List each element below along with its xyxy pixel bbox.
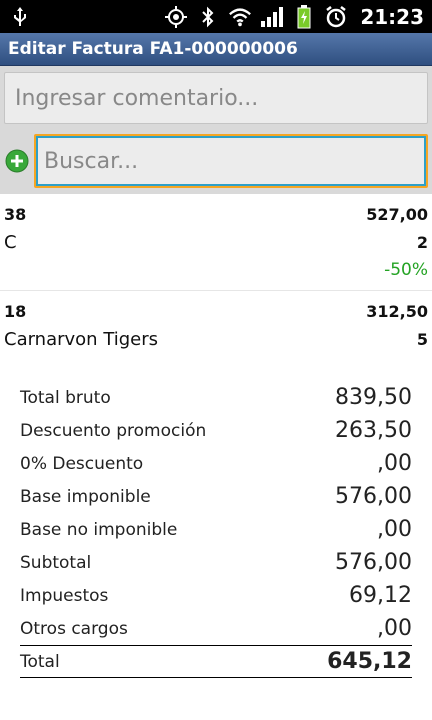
page-title: Editar Factura FA1-000000006 (8, 39, 298, 59)
add-item-button[interactable] (4, 148, 30, 174)
total-label: Total (20, 651, 60, 672)
usb-icon (8, 5, 32, 29)
invoice-items-list: 38 527,00 C 2 -50% 18 312,50 Carnarvon T… (0, 194, 432, 359)
gps-icon (164, 5, 188, 29)
total-value: 576,00 (335, 550, 412, 575)
item-code: 18 (4, 301, 27, 321)
total-row-nontaxable-base: Base no imponible ,00 (20, 513, 412, 546)
total-label: Total bruto (20, 387, 111, 408)
total-value: ,00 (377, 451, 412, 476)
item-amount: 527,00 (366, 204, 428, 224)
list-item[interactable]: 18 312,50 Carnarvon Tigers 5 (0, 291, 432, 359)
total-label: Base imponible (20, 486, 151, 507)
battery-icon (292, 4, 316, 29)
total-label: Otros cargos (20, 618, 128, 639)
item-code: 38 (4, 204, 27, 224)
total-value: 263,50 (335, 418, 412, 443)
wifi-icon (228, 5, 252, 29)
input-area: Ingresar comentario... Buscar... (0, 66, 432, 194)
totals-summary: Total bruto 839,50 Descuento promoción 2… (0, 359, 432, 678)
total-row-gross: Total bruto 839,50 (20, 381, 412, 414)
alarm-icon (324, 5, 348, 29)
comment-input[interactable]: Ingresar comentario... (4, 72, 428, 124)
bluetooth-icon (196, 5, 220, 29)
search-placeholder: Buscar... (44, 148, 139, 174)
clock-time: 21:23 (360, 4, 424, 29)
total-value: 576,00 (335, 484, 412, 509)
plus-circle-icon (5, 149, 29, 173)
total-value: 645,12 (327, 649, 412, 674)
total-label: 0% Descuento (20, 453, 144, 474)
total-row-promo-discount: Descuento promoción 263,50 (20, 414, 412, 447)
total-value: ,00 (377, 616, 412, 641)
list-item[interactable]: 38 527,00 C 2 -50% (0, 194, 432, 291)
signal-icon (260, 5, 284, 29)
total-row-subtotal: Subtotal 576,00 (20, 546, 412, 579)
search-row: Buscar... (4, 134, 428, 188)
comment-placeholder: Ingresar comentario... (15, 85, 259, 111)
total-row-discount: 0% Descuento ,00 (20, 447, 412, 480)
total-row-grand-total: Total 645,12 (20, 645, 412, 678)
total-label: Impuestos (20, 585, 109, 606)
item-name: Carnarvon Tigers (4, 328, 159, 350)
item-name: C (4, 231, 17, 253)
total-label: Base no imponible (20, 519, 178, 540)
total-label: Subtotal (20, 552, 92, 573)
total-value: ,00 (377, 517, 412, 542)
item-amount: 312,50 (366, 301, 428, 321)
total-row-other-charges: Otros cargos ,00 (20, 612, 412, 645)
item-quantity: 5 (416, 329, 428, 349)
status-bar: 21:23 (0, 0, 432, 33)
title-bar: Editar Factura FA1-000000006 (0, 33, 432, 66)
total-row-taxes: Impuestos 69,12 (20, 579, 412, 612)
item-quantity: 2 (416, 232, 428, 252)
total-value: 839,50 (335, 385, 412, 410)
total-row-taxable-base: Base imponible 576,00 (20, 480, 412, 513)
search-input[interactable]: Buscar... (34, 134, 428, 188)
item-discount: -50% (384, 260, 428, 280)
total-value: 69,12 (349, 583, 412, 608)
total-label: Descuento promoción (20, 420, 207, 441)
